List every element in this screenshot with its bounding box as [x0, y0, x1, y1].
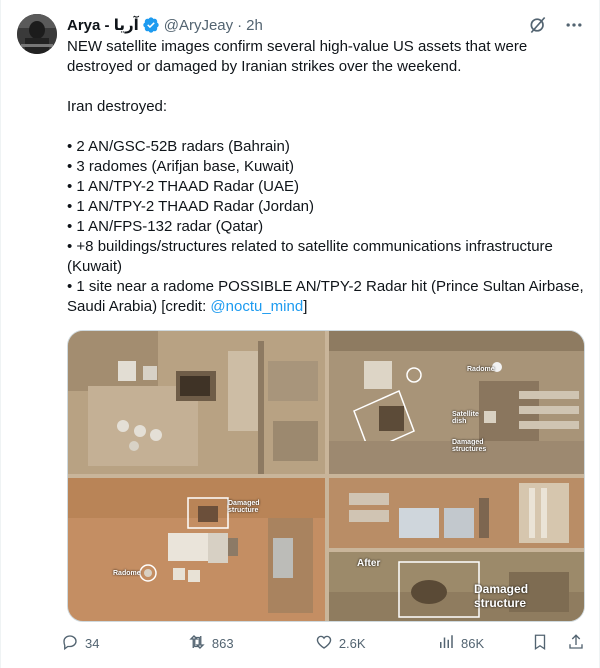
- satellite-image-4[interactable]: [329, 478, 584, 548]
- caption-radome: Radome: [467, 366, 495, 373]
- tweet-line: • +8 buildings/structures related to sat…: [67, 238, 553, 275]
- author-name[interactable]: Arya - آریا: [67, 16, 139, 34]
- reply-count: 34: [85, 635, 100, 651]
- views-count: 86K: [461, 635, 485, 651]
- avatar[interactable]: [17, 14, 57, 54]
- caption-radome: Radome: [113, 570, 141, 577]
- tweet-line: NEW satellite images confirm several hig…: [67, 38, 528, 75]
- like-count: 2.6K: [338, 635, 366, 651]
- tweet-line-text: • 1 site near a radome POSSIBLE AN/TPY-2…: [67, 278, 584, 315]
- secondary-actions: [531, 633, 585, 654]
- action-bar: 34 863 2.6K 86K: [61, 630, 585, 656]
- tweet-line: • 1 AN/TPY-2 THAAD Radar (UAE): [67, 178, 299, 195]
- tweet-line: Iran destroyed:: [67, 98, 168, 115]
- tweet-line: • 1 AN/TPY-2 THAAD Radar (Jordan): [67, 198, 315, 215]
- repost-icon: [188, 633, 206, 654]
- views-icon: [437, 633, 455, 654]
- caption-damaged-structure-large: Damaged structure: [474, 582, 529, 610]
- top-actions: [527, 14, 585, 36]
- share-icon[interactable]: [567, 633, 585, 654]
- media-grid[interactable]: Radome Satellite dish Damaged structures: [67, 330, 585, 622]
- tweet-line: [67, 77, 587, 97]
- reply-icon: [61, 633, 79, 654]
- author-handle[interactable]: @AryJeay: [164, 17, 233, 34]
- tweet-line-suffix: ]: [303, 298, 308, 315]
- satellite-image-1[interactable]: [68, 331, 325, 474]
- tweet-line: • 1 AN/FPS-132 radar (Qatar): [67, 218, 264, 235]
- tweet-line: • 3 radomes (Arifjan base, Kuwait): [67, 158, 295, 175]
- credit-link[interactable]: @noctu_mind: [210, 298, 303, 315]
- tweet-line: • 2 AN/GSC-52B radars (Bahrain): [67, 138, 290, 155]
- caption-satellite-dish: Satellite dish: [452, 411, 479, 425]
- verified-badge-icon: [142, 16, 160, 34]
- caption-damaged-structure: Damaged structure: [228, 500, 260, 514]
- more-dots-icon[interactable]: [563, 14, 585, 36]
- grok-icon[interactable]: [527, 14, 549, 36]
- tweet-line: [67, 117, 587, 137]
- satellite-image-2[interactable]: Radome Satellite dish Damaged structures: [329, 331, 584, 474]
- tweet-text: NEW satellite images confirm several hig…: [67, 37, 587, 317]
- views-button[interactable]: 86K: [437, 633, 531, 654]
- like-button[interactable]: 2.6K: [315, 633, 437, 654]
- satellite-image-3[interactable]: Damaged structure Radome: [68, 478, 325, 621]
- caption-after: After: [357, 558, 381, 569]
- satellite-image-5[interactable]: After Damaged structure: [329, 552, 584, 621]
- repost-count: 863: [211, 635, 234, 651]
- bookmark-icon[interactable]: [531, 633, 549, 654]
- repost-button[interactable]: 863: [188, 633, 315, 654]
- heart-icon: [315, 633, 333, 654]
- tweet-header: Arya - آریا @AryJeay · 2h: [67, 14, 583, 36]
- separator-dot: ·: [237, 16, 243, 34]
- timestamp[interactable]: 2h: [246, 17, 263, 34]
- reply-button[interactable]: 34: [61, 633, 188, 654]
- tweet-line: • 1 site near a radome POSSIBLE AN/TPY-2…: [67, 277, 587, 317]
- tweet-card[interactable]: Arya - آریا @AryJeay · 2h NEW satellite …: [0, 0, 600, 668]
- caption-damaged-structures: Damaged structures: [452, 439, 487, 453]
